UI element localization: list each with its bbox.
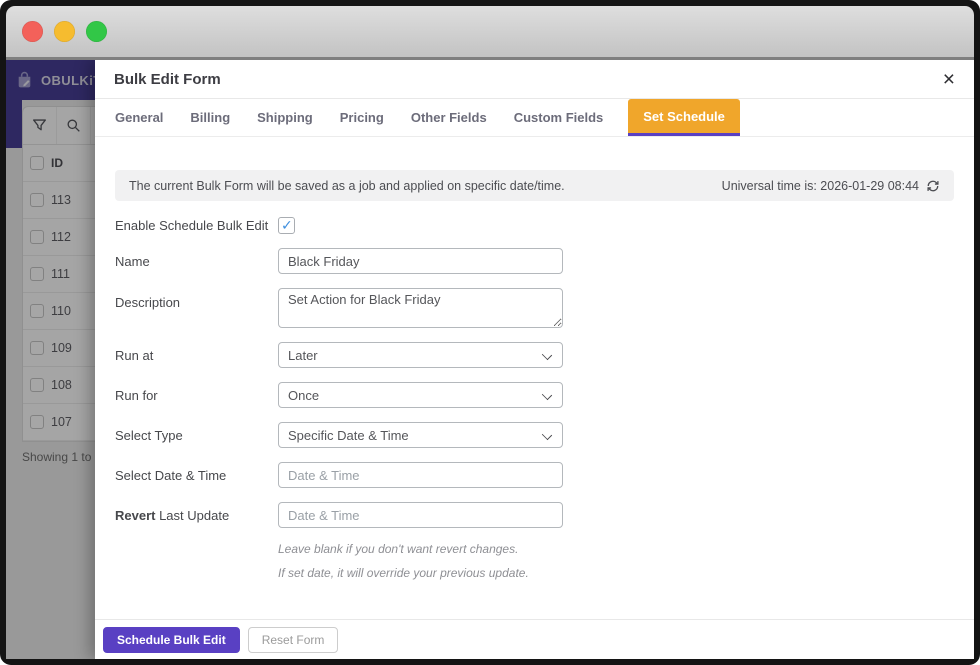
tab-general[interactable]: General <box>115 99 163 136</box>
select-datetime-input[interactable] <box>278 462 563 488</box>
enable-schedule-label: Enable Schedule Bulk Edit <box>115 218 278 233</box>
select-type-select[interactable]: Specific Date & Time <box>278 422 563 448</box>
app-window: OBULKiT ID <box>0 0 980 665</box>
run-at-value: Later <box>288 348 318 363</box>
schedule-bulk-edit-button[interactable]: Schedule Bulk Edit <box>103 627 240 653</box>
name-label: Name <box>115 254 278 269</box>
minimize-window-icon[interactable] <box>54 21 75 42</box>
name-input[interactable] <box>278 248 563 274</box>
bulk-edit-modal: Bulk Edit Form × General Billing Shippin… <box>95 60 974 659</box>
zoom-window-icon[interactable] <box>86 21 107 42</box>
select-type-value: Specific Date & Time <box>288 428 409 443</box>
revert-label: Revert Last Update <box>115 508 278 523</box>
modal-title: Bulk Edit Form <box>114 71 221 88</box>
tab-pricing[interactable]: Pricing <box>340 99 384 136</box>
tab-set-schedule[interactable]: Set Schedule <box>628 99 740 136</box>
name-row: Name <box>115 248 954 274</box>
tab-billing[interactable]: Billing <box>190 99 230 136</box>
select-type-row: Select Type Specific Date & Time <box>115 422 954 448</box>
notice-text: The current Bulk Form will be saved as a… <box>129 179 565 193</box>
revert-hint-2: If set date, it will override your previ… <box>278 566 954 580</box>
tab-bar: General Billing Shipping Pricing Other F… <box>95 99 974 137</box>
chevron-down-icon <box>542 430 552 440</box>
description-row: Description Set Action for Black Friday <box>115 288 954 328</box>
modal-header: Bulk Edit Form × <box>95 60 974 99</box>
tab-shipping[interactable]: Shipping <box>257 99 313 136</box>
run-at-label: Run at <box>115 348 278 363</box>
select-type-label: Select Type <box>115 428 278 443</box>
revert-hints: Leave blank if you don't want revert cha… <box>278 542 954 580</box>
revert-hint-1: Leave blank if you don't want revert cha… <box>278 542 954 556</box>
run-for-value: Once <box>288 388 319 403</box>
close-icon[interactable]: × <box>943 69 955 90</box>
modal-body: The current Bulk Form will be saved as a… <box>95 138 974 619</box>
revert-datetime-input[interactable] <box>278 502 563 528</box>
refresh-icon[interactable] <box>926 179 940 193</box>
modal-footer: Schedule Bulk Edit Reset Form <box>95 619 974 659</box>
close-window-icon[interactable] <box>22 21 43 42</box>
chevron-down-icon <box>542 350 552 360</box>
chevron-down-icon <box>542 390 552 400</box>
tab-other-fields[interactable]: Other Fields <box>411 99 487 136</box>
tab-custom-fields[interactable]: Custom Fields <box>514 99 604 136</box>
select-datetime-row: Select Date & Time <box>115 462 954 488</box>
universal-time-text: Universal time is: 2026-01-29 08:44 <box>722 179 919 193</box>
enable-schedule-row: Enable Schedule Bulk Edit <box>115 217 954 234</box>
run-at-row: Run at Later <box>115 342 954 368</box>
revert-row: Revert Last Update <box>115 502 954 528</box>
run-for-label: Run for <box>115 388 278 403</box>
run-for-select[interactable]: Once <box>278 382 563 408</box>
app-content: OBULKiT ID <box>6 60 974 659</box>
reset-form-button[interactable]: Reset Form <box>248 627 339 653</box>
enable-schedule-checkbox[interactable] <box>278 217 295 234</box>
run-at-select[interactable]: Later <box>278 342 563 368</box>
description-label: Description <box>115 288 278 310</box>
run-for-row: Run for Once <box>115 382 954 408</box>
description-textarea[interactable]: Set Action for Black Friday <box>278 288 563 328</box>
select-datetime-label: Select Date & Time <box>115 468 278 483</box>
window-titlebar[interactable] <box>6 6 974 60</box>
notice-bar: The current Bulk Form will be saved as a… <box>115 170 954 201</box>
